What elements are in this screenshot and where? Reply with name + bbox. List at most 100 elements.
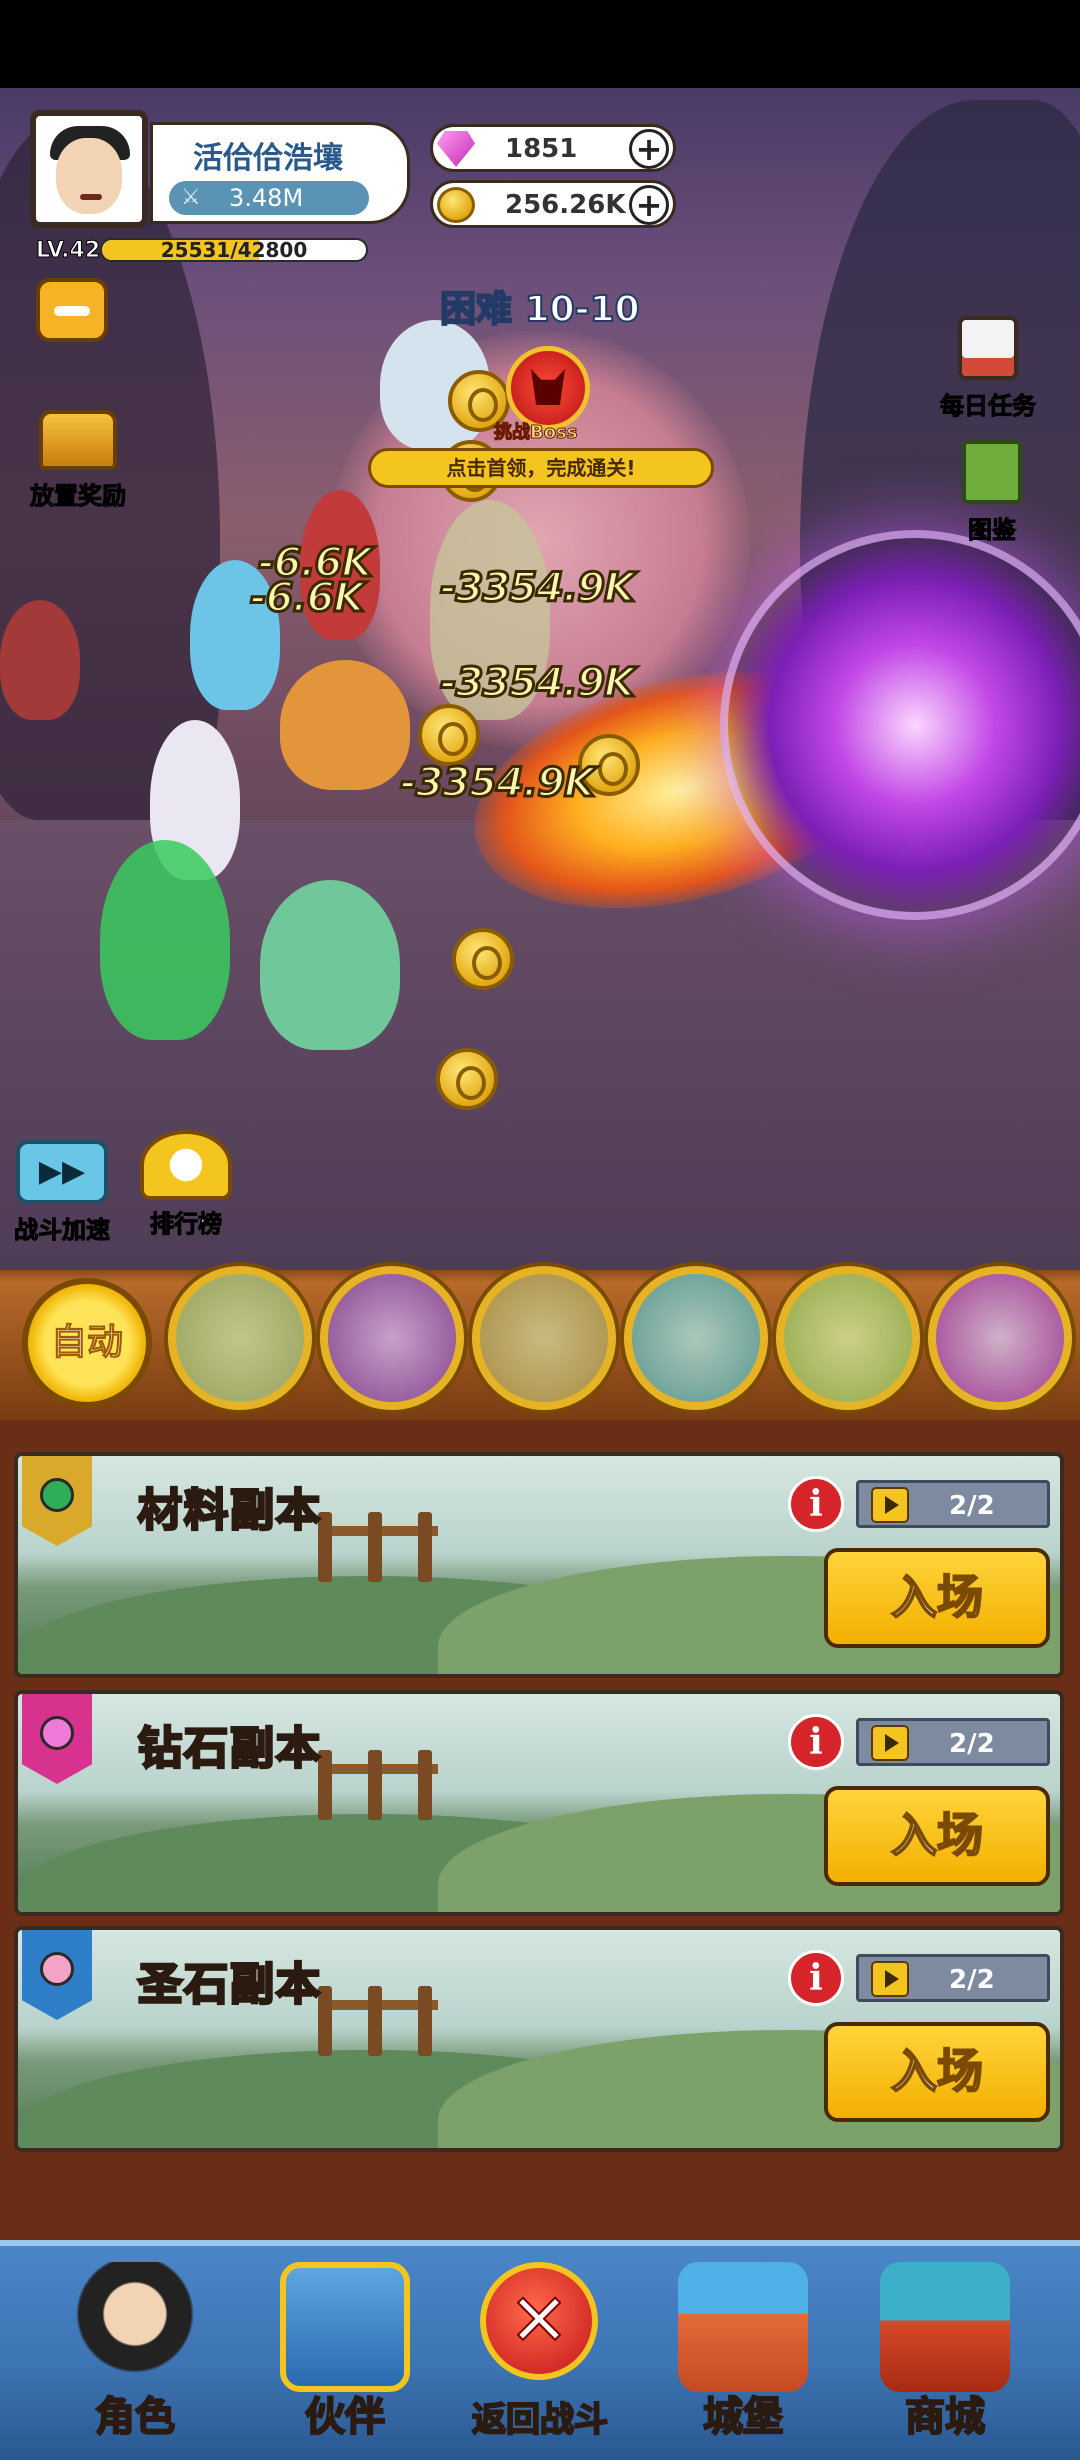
dungeon-card-material: 材料副本 i 2/2 入场: [14, 1452, 1064, 1678]
gold-coin-drop[interactable]: [452, 928, 514, 990]
nav-partner[interactable]: 伙伴: [250, 2252, 440, 2452]
gem-value: 1851: [505, 134, 578, 164]
collapse-button[interactable]: [36, 278, 108, 342]
partner-portrait-icon: [280, 2262, 410, 2392]
castle-icon: [678, 2262, 808, 2392]
leaderboard-button[interactable]: 排行榜: [140, 1130, 232, 1239]
codex-button[interactable]: 图鉴: [962, 440, 1022, 545]
dungeon-name: 钻石副本: [137, 1722, 322, 1776]
dungeon-card-diamond: 钻石副本 i 2/2 入场: [14, 1690, 1064, 1916]
add-gold-button[interactable]: +: [629, 185, 669, 225]
gold-coin-drop[interactable]: [418, 704, 480, 766]
dungeon-flag: [22, 1456, 92, 1546]
return-battle-button[interactable]: ✕: [480, 2262, 598, 2380]
vortex-skill-icon[interactable]: [928, 1266, 1072, 1410]
water-spirit-skill-icon[interactable]: [624, 1266, 768, 1410]
gem-counter: 1851 +: [430, 124, 676, 172]
nav-shop-label: 商城: [904, 2393, 986, 2441]
gold-coin-drop[interactable]: [436, 1048, 498, 1110]
boss-tip-banner: 点击首领，完成通关!: [368, 448, 714, 488]
shop-icon: [880, 2262, 1010, 2392]
ticket-counter: 2/2: [856, 1954, 1050, 2002]
ticket-count: 2/2: [949, 1491, 995, 1521]
beast-skill-icon[interactable]: [472, 1266, 616, 1410]
close-icon: ✕: [508, 2277, 570, 2363]
rune-skill-icon[interactable]: [168, 1266, 312, 1410]
dungeon-name: 材料副本: [137, 1484, 322, 1538]
ticket-counter: 2/2: [856, 1480, 1050, 1528]
fence-post: [368, 1750, 382, 1820]
hero-shiba-dog: [280, 660, 410, 790]
material-gem-icon: [40, 1478, 74, 1512]
player-avatar[interactable]: [30, 110, 148, 228]
holy-stone-icon: [40, 1952, 74, 1986]
fence-post: [368, 1986, 382, 2056]
ticket-icon: [871, 1725, 909, 1761]
nav-role[interactable]: 角色: [40, 2252, 230, 2452]
fence-post: [368, 1512, 382, 1582]
stage-title: 困难 10-10: [439, 280, 641, 332]
enemy-demon-left: [0, 600, 80, 720]
return-battle-label: 返回战斗: [471, 2399, 609, 2441]
xp-text: 25531/42800: [160, 238, 308, 262]
ticket-count: 2/2: [949, 1729, 995, 1759]
nav-castle[interactable]: 城堡: [648, 2252, 838, 2452]
daily-tasks-label: 每日任务: [940, 392, 1037, 421]
nav-castle-label: 城堡: [702, 2393, 784, 2441]
combat-power-badge: ⚔ 3.48M: [169, 181, 369, 215]
info-icon[interactable]: i: [788, 1950, 844, 2006]
dungeon-name: 圣石副本: [137, 1958, 322, 2012]
ticket-count: 2/2: [949, 1965, 995, 1995]
stage-level: 10-10: [524, 288, 641, 331]
purple-orb-skill-icon[interactable]: [320, 1266, 464, 1410]
challenge-boss-label: 挑战Boss: [494, 422, 579, 444]
gold-counter: 256.26K +: [430, 180, 676, 228]
damage-number: -3354.9K: [439, 564, 637, 613]
auto-skill-toggle[interactable]: 自动: [22, 1278, 152, 1408]
damage-number: -3354.9K: [439, 659, 637, 708]
fireball-skill-icon[interactable]: [776, 1266, 920, 1410]
enter-dungeon-button[interactable]: 入场: [824, 1786, 1050, 1886]
info-icon[interactable]: i: [788, 1714, 844, 1770]
gold-value: 256.26K: [505, 190, 626, 220]
ticket-counter: 2/2: [856, 1718, 1050, 1766]
damage-number: -3354.9K: [399, 759, 597, 808]
info-icon[interactable]: i: [788, 1476, 844, 1532]
hero-fairy-wings: [260, 880, 400, 1050]
fence-post: [418, 1750, 432, 1820]
nav-shop[interactable]: 商城: [850, 2252, 1040, 2452]
ticket-icon: [871, 1487, 909, 1523]
battle-speed-label: 战斗加速: [14, 1216, 111, 1245]
idle-reward-label: 放置奖励: [30, 482, 127, 511]
player-level: LV.42: [35, 238, 101, 264]
avatar-mouth: [80, 194, 102, 200]
role-portrait-icon: [70, 2262, 200, 2392]
fast-forward-icon: ▶▶: [16, 1140, 108, 1204]
combat-power-value: 3.48M: [229, 184, 304, 212]
idle-reward-button[interactable]: 放置奖励: [30, 410, 127, 511]
leaderboard-label: 排行榜: [150, 1210, 223, 1239]
gem-icon: [437, 131, 475, 167]
dungeon-card-holystone: 圣石副本 i 2/2 入场: [14, 1926, 1064, 2152]
task-list-icon: [958, 316, 1018, 380]
diamond-gem-icon: [40, 1716, 74, 1750]
enter-dungeon-button[interactable]: 入场: [824, 2022, 1050, 2122]
player-info-panel[interactable]: 活佮佮浩壤 ⚔ 3.48M: [150, 122, 410, 224]
ticket-icon: [871, 1961, 909, 1997]
book-icon: [962, 440, 1022, 504]
codex-label: 图鉴: [968, 516, 1017, 545]
battle-speed-button[interactable]: ▶▶ 战斗加速: [14, 1140, 111, 1245]
gold-coin-icon: [437, 187, 475, 223]
dungeon-flag: [22, 1930, 92, 2020]
dungeon-flag: [22, 1694, 92, 1784]
enter-dungeon-button[interactable]: 入场: [824, 1548, 1050, 1648]
player-name: 活佮佮浩壤: [193, 141, 343, 176]
hero-green-flame: [100, 840, 230, 1040]
nav-role-label: 角色: [94, 2393, 176, 2441]
sword-icon: ⚔: [181, 185, 201, 210]
daily-tasks-button[interactable]: 每日任务: [940, 316, 1037, 421]
add-gems-button[interactable]: +: [629, 129, 669, 169]
stage-difficulty: 困难: [439, 288, 513, 331]
fence-post: [418, 1986, 432, 2056]
trophy-icon: [140, 1130, 232, 1200]
